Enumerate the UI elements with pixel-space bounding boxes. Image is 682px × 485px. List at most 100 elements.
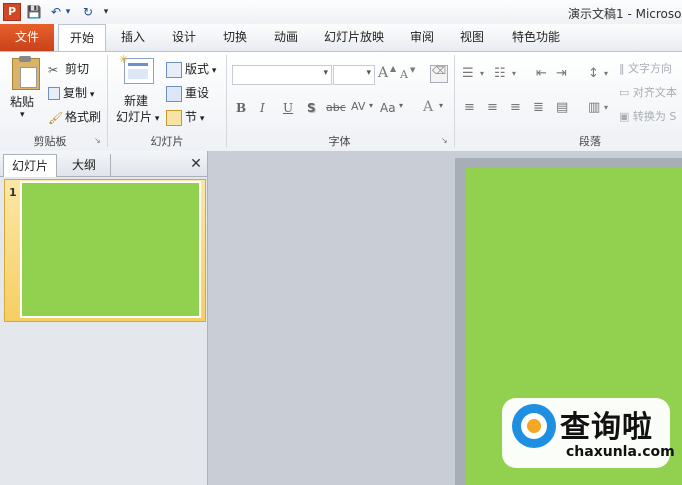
character-spacing-button[interactable]: AV	[351, 100, 365, 113]
layout-icon	[166, 61, 182, 78]
cut-label: 剪切	[65, 62, 90, 76]
align-left-icon[interactable]: ≡	[464, 100, 475, 115]
paste-icon[interactable]	[12, 56, 40, 90]
watermark-url: chaxunla.com	[566, 444, 675, 460]
format-painter-label: 格式刷	[65, 110, 102, 124]
search-logo-dot	[527, 419, 541, 433]
slides-group-label: 幻灯片	[150, 135, 184, 148]
change-case-button[interactable]: Aa	[380, 101, 396, 115]
customize-qat-icon[interactable]: ▾	[101, 4, 111, 20]
grow-font-button[interactable]: A	[378, 65, 388, 81]
undo-icon[interactable]: ↶	[48, 4, 64, 20]
italic-button[interactable]: I	[260, 101, 265, 115]
increase-indent-icon[interactable]: ⇥	[556, 66, 567, 81]
paste-dropdown-icon[interactable]: ▾	[20, 110, 25, 120]
convert-smartart-icon: ▣	[619, 110, 630, 123]
font-color-dropdown-icon[interactable]: ▾	[439, 101, 443, 110]
character-spacing-dropdown-icon[interactable]: ▾	[369, 101, 373, 110]
new-slide-dropdown[interactable]: 幻灯片 ▾	[116, 108, 159, 125]
tab-special-features[interactable]: 特色功能	[505, 24, 567, 51]
reset-button[interactable]: 重设	[166, 84, 209, 102]
save-icon[interactable]: 💾	[26, 4, 42, 20]
underline-button[interactable]: U	[283, 101, 293, 115]
font-size-combobox[interactable]: ▾	[333, 65, 375, 85]
copy-label: 复制	[63, 86, 88, 100]
reset-label: 重设	[185, 86, 210, 100]
shrink-font-button[interactable]: A	[400, 68, 408, 81]
bullets-dropdown-icon[interactable]: ▾	[480, 69, 484, 78]
columns-dropdown-icon[interactable]: ▾	[604, 103, 608, 112]
section-label: 节	[185, 110, 198, 124]
tab-outline[interactable]: 大纲	[58, 154, 111, 176]
tab-animations[interactable]: 动画	[265, 24, 307, 51]
new-slide-button[interactable]: 新建	[124, 92, 148, 109]
reset-icon	[166, 85, 182, 102]
paragraph-group-label: 段落	[579, 135, 601, 148]
bold-button[interactable]: B	[236, 101, 246, 115]
grow-font-icon: ▲	[390, 64, 397, 73]
new-slide-label: 幻灯片	[116, 110, 153, 124]
tab-slideshow[interactable]: 幻灯片放映	[318, 24, 390, 51]
powerpoint-app-icon[interactable]: P	[3, 3, 21, 21]
tab-slides-thumbnails[interactable]: 幻灯片	[3, 154, 57, 177]
cut-button[interactable]: ✂ 剪切	[48, 60, 89, 77]
text-direction-button[interactable]: ‖ 文字方向	[619, 60, 672, 76]
new-slide-dropdown-icon: ▾	[152, 114, 160, 124]
section-dropdown-icon: ▾	[197, 114, 205, 124]
redo-icon[interactable]: ↻	[80, 4, 96, 20]
tab-home[interactable]: 开始	[58, 24, 106, 52]
layout-dropdown-icon: ▾	[209, 66, 217, 76]
numbering-dropdown-icon[interactable]: ▾	[512, 69, 516, 78]
tab-file[interactable]: 文件	[0, 24, 54, 51]
bullets-icon[interactable]: ☰	[462, 66, 474, 81]
align-center-icon[interactable]: ≡	[487, 100, 498, 115]
tab-transitions[interactable]: 切换	[214, 24, 256, 51]
section-button[interactable]: 节 ▾	[166, 108, 204, 126]
font-launcher-icon[interactable]: ↘	[441, 136, 448, 145]
shadow-button[interactable]: S	[307, 101, 316, 115]
sparkle-icon: ✳	[119, 53, 129, 66]
format-painter-button[interactable]: 🖌 格式刷	[48, 108, 101, 125]
slide-thumbnail[interactable]	[20, 181, 201, 318]
align-text-button[interactable]: ▭ 对齐文本	[619, 84, 677, 100]
section-icon	[166, 109, 182, 126]
align-right-icon[interactable]: ≡	[510, 100, 521, 115]
line-spacing-icon[interactable]: ↕	[588, 66, 599, 81]
undo-dropdown-icon[interactable]: ▾	[63, 4, 73, 20]
scissors-icon: ✂	[48, 62, 59, 77]
tab-review[interactable]: 审阅	[401, 24, 443, 51]
numbering-icon[interactable]: ☷	[494, 66, 506, 81]
clipboard-launcher-icon[interactable]: ↘	[94, 136, 101, 145]
line-spacing-dropdown-icon[interactable]: ▾	[604, 69, 608, 78]
font-group-label: 字体	[328, 135, 351, 148]
strikethrough-button[interactable]: abc	[326, 101, 346, 114]
clipboard-group-label: 剪贴板	[33, 135, 67, 148]
paste-button[interactable]: 粘贴	[10, 93, 34, 110]
align-text-label: 对齐文本	[632, 86, 677, 99]
text-direction-icon: ‖	[619, 62, 625, 75]
close-pane-icon[interactable]: ✕	[188, 155, 204, 173]
decrease-indent-icon[interactable]: ⇤	[536, 66, 547, 81]
columns-icon[interactable]: ▥	[588, 100, 600, 115]
font-name-dropdown-icon[interactable]: ▾	[323, 68, 328, 78]
clear-formatting-icon[interactable]: ⌫	[430, 65, 448, 83]
font-size-dropdown-icon[interactable]: ▾	[366, 68, 371, 78]
copy-icon	[48, 87, 60, 100]
convert-smartart-button[interactable]: ▣ 转换为 S	[619, 108, 676, 124]
copy-button[interactable]: 复制 ▾	[48, 84, 94, 101]
justify-icon[interactable]: ≣	[533, 100, 544, 115]
font-name-combobox[interactable]: ▾	[232, 65, 332, 85]
copy-dropdown-icon: ▾	[87, 90, 95, 100]
tab-insert[interactable]: 插入	[112, 24, 154, 51]
new-slide-icon[interactable]	[124, 58, 154, 84]
text-direction-label: 文字方向	[628, 62, 672, 75]
layout-button[interactable]: 版式 ▾	[166, 60, 216, 78]
format-painter-icon: 🖌	[48, 110, 64, 125]
tab-view[interactable]: 视图	[451, 24, 493, 51]
convert-smartart-label: 转换为 S	[632, 110, 677, 123]
change-case-dropdown-icon[interactable]: ▾	[399, 101, 403, 110]
tab-design[interactable]: 设计	[163, 24, 205, 51]
font-color-button[interactable]: A	[423, 99, 433, 115]
distributed-icon[interactable]: ▤	[556, 100, 568, 115]
layout-label: 版式	[185, 62, 210, 76]
